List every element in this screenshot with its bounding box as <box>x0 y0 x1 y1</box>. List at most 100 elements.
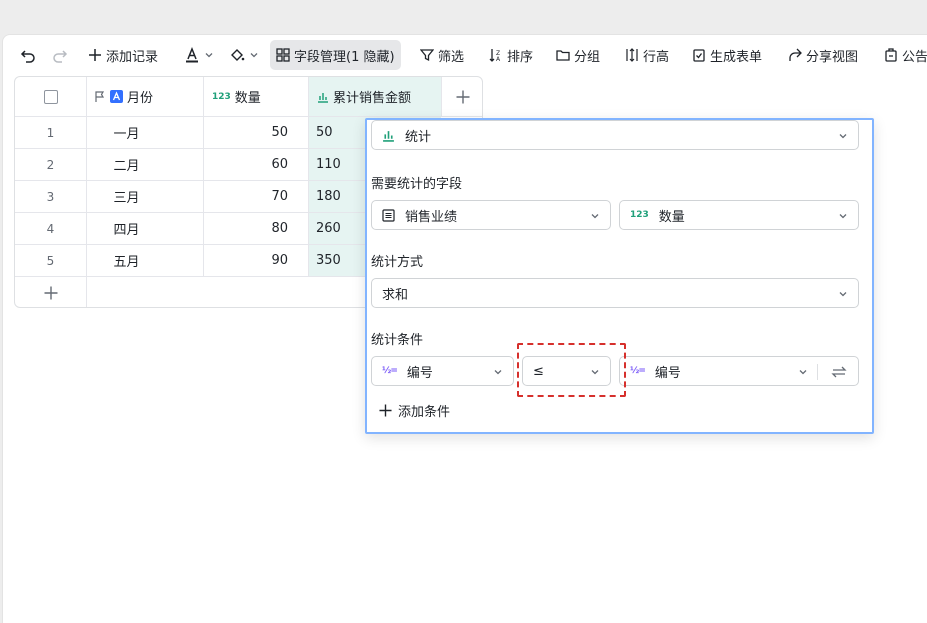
cell-month[interactable]: 五月 <box>86 245 203 276</box>
undo-icon <box>20 50 35 63</box>
column-header-label: 数量 <box>234 91 261 106</box>
fill-color-button[interactable] <box>223 40 265 70</box>
source-field-select[interactable]: 123 数量 <box>619 200 859 230</box>
plus-icon <box>456 90 469 103</box>
sort-icon: ZA <box>489 49 501 62</box>
stats-icon <box>383 130 394 142</box>
add-record-label: 添加记录 <box>106 49 159 65</box>
plus-icon <box>89 49 101 61</box>
group-button[interactable]: 分组 <box>550 40 606 70</box>
autonumber-icon: ½= <box>382 366 398 376</box>
plus-icon <box>44 286 57 300</box>
text-color-icon <box>186 47 198 63</box>
condition-right-field-select[interactable]: ½= 编号 <box>619 356 859 386</box>
number-icon: 123 <box>630 210 649 220</box>
chevron-down-icon <box>799 370 807 375</box>
condition-left-value: 编号 <box>406 365 433 381</box>
checkbox-box[interactable] <box>43 89 58 104</box>
chevron-down-icon <box>839 134 847 139</box>
share-view-button[interactable]: 分享视图 <box>782 40 864 70</box>
swap-icon[interactable] <box>831 364 847 380</box>
table-icon <box>382 208 395 222</box>
share-view-label: 分享视图 <box>806 49 859 65</box>
form-button[interactable]: 生成表单 <box>686 40 768 70</box>
text-color-button[interactable] <box>178 40 220 70</box>
cell-quantity[interactable]: 90 <box>203 245 308 276</box>
filter-icon <box>420 49 434 62</box>
row-number: 1 <box>46 125 55 140</box>
field-manage-button[interactable]: 字段管理(1 隐藏) <box>270 40 401 70</box>
chevron-down-icon <box>839 292 847 297</box>
notice-button[interactable]: 公告 <box>878 40 927 70</box>
cell-quantity[interactable]: 60 <box>203 149 308 180</box>
cell-month[interactable]: 一月 <box>86 117 203 148</box>
cell-quantity[interactable]: 70 <box>203 181 308 212</box>
plus-icon <box>379 404 392 417</box>
select-all-checkbox[interactable] <box>15 77 86 116</box>
row-number: 2 <box>46 157 55 172</box>
sort-label: 排序 <box>507 49 534 65</box>
cell-quantity[interactable]: 80 <box>203 213 308 244</box>
row-number: 4 <box>46 221 55 236</box>
stat-method-select[interactable]: 求和 <box>371 278 859 308</box>
stats-icon <box>318 92 328 103</box>
stat-config-popup: 统计 需要统计的字段 销售业绩 123 数量 统计方式 求和 统计条件 ½= 编… <box>365 118 874 434</box>
condition-right-value: 编号 <box>654 365 681 381</box>
field-type-select[interactable]: 统计 <box>371 120 859 150</box>
row-number: 5 <box>46 253 55 268</box>
column-header-label: 累计销售金额 <box>333 91 412 106</box>
redo-button[interactable] <box>46 40 74 70</box>
chevron-down-icon <box>591 370 599 375</box>
number-icon: 123 <box>212 91 231 102</box>
grid-icon <box>276 48 290 62</box>
flag-icon <box>95 90 105 102</box>
condition-left-field-select[interactable]: ½= 编号 <box>371 356 514 386</box>
stat-condition-label: 统计条件 <box>371 333 424 348</box>
stat-method-label: 统计方式 <box>371 255 424 270</box>
stat-field-label: 需要统计的字段 <box>371 177 463 192</box>
field-manage-label: 字段管理(1 隐藏) <box>294 49 395 65</box>
cell-month[interactable]: 四月 <box>86 213 203 244</box>
folder-icon <box>556 50 570 61</box>
column-header-quantity[interactable]: 123 数量 <box>212 77 307 116</box>
add-condition-label: 添加条件 <box>398 405 451 420</box>
add-row-button[interactable] <box>15 277 86 307</box>
cell-quantity[interactable]: 50 <box>203 117 308 148</box>
chevron-down-icon <box>839 214 847 219</box>
row-height-button[interactable]: 行高 <box>619 40 675 70</box>
add-condition-button[interactable]: 添加条件 <box>379 401 450 420</box>
column-header-label: 月份 <box>127 91 154 106</box>
chevron-down-icon <box>205 53 213 58</box>
divider <box>817 364 818 380</box>
filter-button[interactable]: 筛选 <box>414 40 470 70</box>
chevron-down-icon <box>494 370 502 375</box>
source-table-select[interactable]: 销售业绩 <box>371 200 611 230</box>
row-height-label: 行高 <box>643 49 670 65</box>
sort-button[interactable]: ZA 排序 <box>483 40 539 70</box>
group-label: 分组 <box>574 49 601 65</box>
add-record-button[interactable]: 添加记录 <box>82 40 164 70</box>
redo-icon <box>53 50 68 63</box>
form-label: 生成表单 <box>710 49 763 65</box>
condition-operator-value: ≤ <box>533 363 544 379</box>
source-table-value: 销售业绩 <box>405 209 458 225</box>
filter-label: 筛选 <box>438 49 465 65</box>
source-field-value: 数量 <box>658 209 685 225</box>
field-type-value: 统计 <box>405 129 432 145</box>
add-column-button[interactable] <box>441 77 482 116</box>
condition-operator-select[interactable]: ≤ <box>522 356 611 386</box>
chevron-down-icon <box>250 53 258 58</box>
cell-month[interactable]: 三月 <box>86 181 203 212</box>
share-icon <box>789 48 802 61</box>
column-header-cumulative[interactable]: 累计销售金额 <box>317 77 439 116</box>
column-header-month[interactable]: 月份 <box>94 77 199 116</box>
svg-text:A: A <box>496 56 501 62</box>
row-number: 3 <box>46 189 55 204</box>
stat-method-value: 求和 <box>382 287 409 303</box>
cell-month[interactable]: 二月 <box>86 149 203 180</box>
undo-button[interactable] <box>14 40 42 70</box>
chevron-down-icon <box>591 214 599 219</box>
clipboard-icon <box>693 49 705 62</box>
paint-bucket-icon <box>231 49 245 61</box>
notice-label: 公告 <box>902 49 927 65</box>
